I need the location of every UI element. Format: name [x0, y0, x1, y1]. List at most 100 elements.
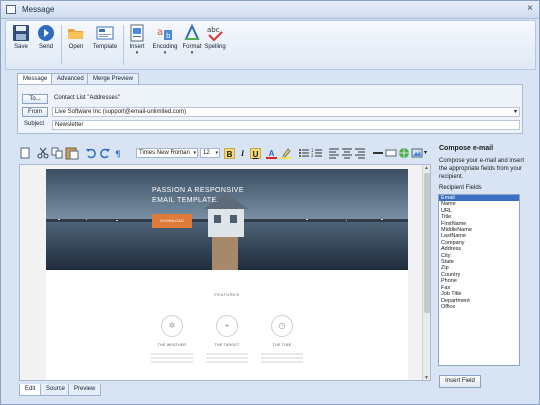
- svg-text:¶: ¶: [115, 150, 121, 159]
- title-bar: Message ×: [1, 1, 539, 19]
- sidebar-title: Compose e-mail: [439, 145, 494, 152]
- from-field[interactable]: Live Software Inc (support@email-unlimit…: [52, 107, 520, 117]
- to-field[interactable]: Contact List "Addresses": [52, 94, 520, 104]
- subject-label: Subject: [24, 121, 45, 127]
- save-label: Save: [14, 44, 28, 50]
- feature-placeholder-text: [261, 353, 303, 355]
- to-button[interactable]: To...: [22, 94, 48, 104]
- envelope-icon: [6, 5, 16, 14]
- new-document-icon[interactable]: [19, 147, 31, 159]
- undo-icon[interactable]: [85, 147, 97, 159]
- email-preview-canvas: PASSION A RESPONSIVE EMAIL TEMPLATE. DOW…: [46, 169, 408, 380]
- feature-title: THE TIME: [272, 343, 292, 347]
- font-family-select[interactable]: Times New Roman ▾: [136, 148, 198, 158]
- tab-source[interactable]: Source: [40, 384, 72, 396]
- horizontal-rule-icon[interactable]: [372, 147, 384, 159]
- tab-preview[interactable]: Preview: [68, 384, 102, 396]
- feature-circle: ◷: [271, 315, 293, 337]
- align-right-icon[interactable]: [354, 147, 366, 159]
- bold-button[interactable]: B: [224, 148, 235, 159]
- html-editor[interactable]: PASSION A RESPONSIVE EMAIL TEMPLATE. DOW…: [19, 164, 431, 381]
- insert-button[interactable]: Insert ▾: [126, 24, 148, 56]
- spelling-check-icon: abc: [207, 26, 223, 42]
- save-button[interactable]: Save: [10, 24, 32, 50]
- chevron-down-icon[interactable]: ▾: [514, 108, 517, 116]
- scroll-down-icon[interactable]: ▼: [424, 375, 429, 380]
- boathouse-pier-image: [46, 169, 408, 270]
- font-size-value: 12: [203, 150, 210, 156]
- redo-icon[interactable]: [99, 147, 111, 159]
- scroll-up-icon[interactable]: ▲: [424, 165, 429, 171]
- editor-scrollbar[interactable]: ▲ ▼: [422, 165, 430, 380]
- feature-circle: ⌖: [216, 315, 238, 337]
- paragraph-style-icon[interactable]: ¶: [115, 147, 127, 159]
- feature-placeholder-text: [151, 353, 193, 355]
- send-button[interactable]: Send: [35, 24, 57, 50]
- feature-placeholder-text: [206, 353, 248, 355]
- numbered-list-icon[interactable]: 12: [311, 147, 323, 159]
- bullet-list-icon[interactable]: [298, 147, 310, 159]
- paste-icon[interactable]: [65, 146, 79, 160]
- tab-edit[interactable]: Edit: [19, 384, 42, 396]
- align-center-icon[interactable]: [341, 147, 353, 159]
- encoding-caret-icon: ▾: [163, 50, 167, 56]
- sidebar-description: Compose your e-mail and insert the appro…: [439, 158, 525, 180]
- cut-icon[interactable]: [37, 147, 49, 159]
- image-icon[interactable]: [411, 147, 423, 159]
- subject-field[interactable]: Newsletter: [52, 120, 520, 130]
- send-label: Send: [38, 44, 53, 50]
- template-label: Template: [92, 44, 118, 50]
- insert-caret-icon: ▾: [135, 50, 139, 56]
- highlight-icon[interactable]: [280, 147, 292, 159]
- close-icon[interactable]: ×: [527, 3, 533, 14]
- chevron-down-icon: ▾: [215, 150, 218, 156]
- ribbon-separator: [123, 25, 124, 65]
- insert-icon: [130, 24, 144, 42]
- font-size-select[interactable]: 12 ▾: [200, 148, 220, 158]
- format-button[interactable]: Format ▾: [180, 24, 204, 56]
- open-label: Open: [68, 44, 84, 50]
- chevron-down-icon[interactable]: ▾: [424, 149, 436, 161]
- feature-target: ⌖ THE TARGET: [202, 315, 252, 355]
- hero-image: PASSION A RESPONSIVE EMAIL TEMPLATE. DOW…: [46, 169, 408, 270]
- textbox-icon[interactable]: [385, 147, 397, 159]
- download-button[interactable]: DOWNLOAD: [152, 214, 192, 228]
- recipient-fields-heading: Recipient Fields: [439, 185, 482, 191]
- template-button[interactable]: Template: [90, 24, 120, 50]
- feature-title: THE TARGET: [214, 343, 240, 347]
- list-item[interactable]: Office: [439, 304, 519, 310]
- ribbon-separator: [61, 25, 62, 65]
- feature-time: ◷ THE TIME: [257, 315, 307, 355]
- send-arrow-icon: [38, 25, 54, 41]
- format-icon: [184, 24, 200, 40]
- spelling-button[interactable]: abc Spelling: [204, 24, 226, 50]
- feature-weather: ✲ THE WEATHER: [147, 315, 197, 355]
- encoding-button[interactable]: ab Encoding ▾: [151, 24, 179, 56]
- svg-text:a: a: [157, 27, 163, 38]
- underline-button[interactable]: U: [250, 148, 261, 159]
- sun-icon: ✲: [168, 321, 176, 330]
- message-window: Message × Save Send Open Template Insert…: [0, 0, 540, 405]
- folder-open-icon: [68, 29, 84, 39]
- template-icon: [96, 26, 114, 40]
- recipient-fields-list[interactable]: Email Name URL Title FirstName MiddleNam…: [438, 194, 520, 366]
- tab-advanced[interactable]: Advanced: [51, 73, 90, 84]
- tab-merge-preview[interactable]: Merge Preview: [87, 73, 140, 84]
- from-button[interactable]: From: [22, 107, 48, 117]
- font-family-value: Times New Roman: [139, 150, 190, 156]
- font-color-button[interactable]: A: [266, 148, 277, 159]
- italic-button[interactable]: I: [237, 148, 248, 159]
- feature-circle: ✲: [161, 315, 183, 337]
- open-button[interactable]: Open: [65, 24, 87, 50]
- copy-icon[interactable]: [51, 147, 63, 159]
- hyperlink-icon[interactable]: [398, 147, 410, 159]
- feature-title: THE WEATHER: [157, 343, 187, 347]
- align-left-icon[interactable]: [328, 147, 340, 159]
- from-value: Live Software Inc (support@email-unlimit…: [55, 109, 187, 115]
- spelling-label: Spelling: [204, 44, 226, 50]
- format-toolbar: ¶ Times New Roman ▾ 12 ▾ B I U A 12 ▾: [17, 144, 437, 162]
- ribbon-toolbar: Save Send Open Template Insert ▾ ab Enco…: [5, 20, 536, 70]
- insert-field-button[interactable]: Insert Field: [439, 375, 481, 388]
- scrollbar-thumb[interactable]: [424, 173, 430, 313]
- target-icon: ⌖: [224, 321, 230, 330]
